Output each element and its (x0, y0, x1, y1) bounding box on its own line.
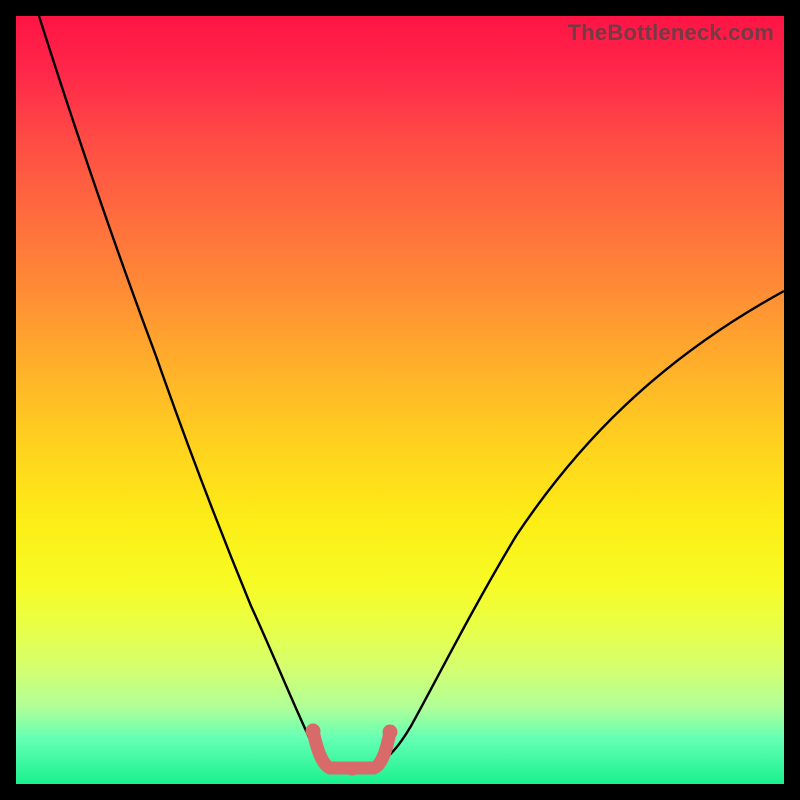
bottleneck-curve-left-path (39, 16, 326, 764)
highlight-dot-mid1 (326, 762, 339, 775)
highlight-dot-right (383, 725, 398, 740)
gradient-plot-area: TheBottleneck.com (16, 16, 784, 784)
bottleneck-curve-right-path (378, 291, 784, 764)
highlight-segment-path (313, 731, 390, 768)
curve-layer (16, 16, 784, 784)
highlight-dot-left (306, 724, 321, 739)
highlight-dot-mid3 (366, 762, 379, 775)
chart-frame: TheBottleneck.com (0, 0, 800, 800)
highlight-dot-mid2 (346, 763, 359, 776)
